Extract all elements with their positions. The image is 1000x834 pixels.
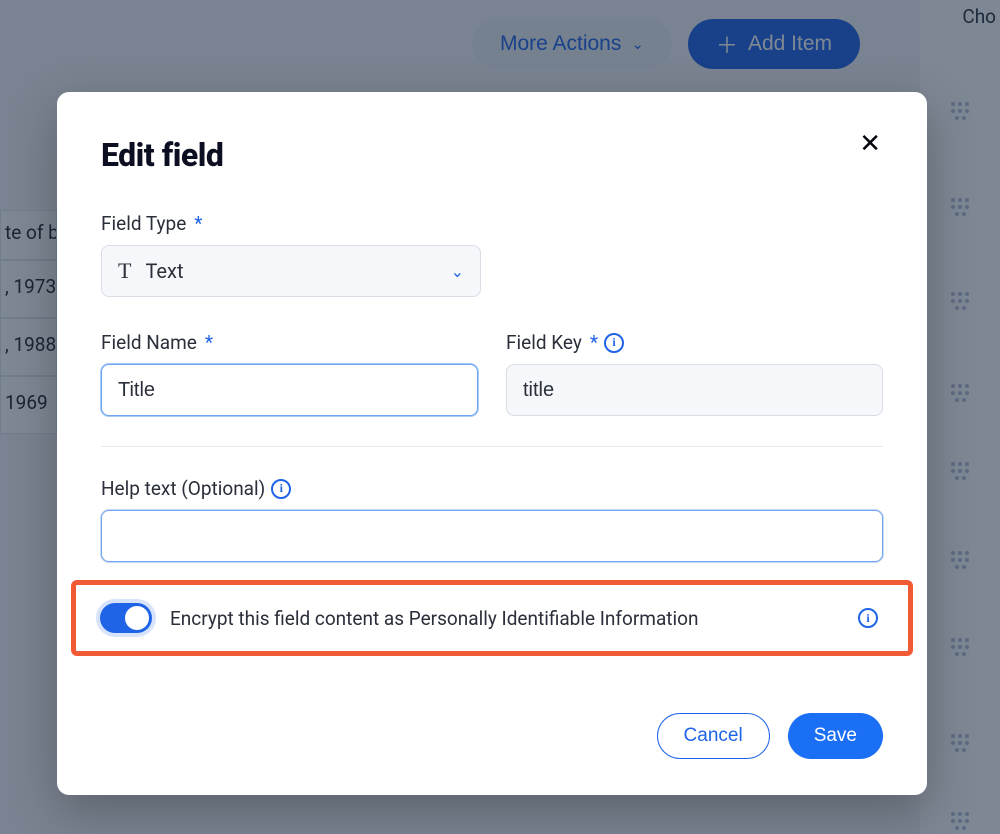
bg-left-column: te of b , 1973 , 1988 1969 — [0, 210, 57, 434]
modal-header: Edit field ✕ — [101, 136, 883, 174]
encrypt-highlight-box: Encrypt this field content as Personally… — [71, 580, 913, 656]
bg-left-cell: te of b — [0, 210, 57, 260]
cancel-button[interactable]: Cancel — [657, 713, 770, 759]
field-type-select[interactable]: T Text ⌄ — [101, 245, 481, 297]
save-button[interactable]: Save — [788, 713, 883, 759]
modal-title: Edit field — [101, 136, 223, 174]
bg-right-panel: Cho — [920, 0, 1000, 834]
add-item-button[interactable]: ＋ Add Item — [688, 19, 860, 69]
required-star: * — [205, 331, 213, 354]
close-icon: ✕ — [859, 128, 881, 158]
encrypt-label: Encrypt this field content as Personally… — [170, 607, 840, 630]
name-key-row: Field Name * Field Key * i — [101, 331, 883, 416]
drag-handle-icon[interactable] — [950, 810, 970, 832]
drag-handle-icon[interactable] — [950, 100, 970, 122]
help-text-label: Help text (Optional) i — [101, 477, 883, 500]
drag-handle-icon[interactable] — [950, 290, 970, 312]
field-key-label-text: Field Key — [506, 331, 582, 354]
more-actions-label: More Actions — [500, 32, 621, 56]
help-text-input[interactable] — [101, 510, 883, 562]
field-type-value: Text — [145, 259, 436, 283]
bg-left-cell: 1969 — [0, 376, 57, 434]
toggle-knob — [125, 606, 149, 630]
drag-handle-icon[interactable] — [950, 636, 970, 658]
help-text-label-text: Help text (Optional) — [101, 477, 265, 500]
info-icon[interactable]: i — [271, 479, 291, 499]
drag-handle-icon[interactable] — [950, 196, 970, 218]
text-type-icon: T — [118, 258, 131, 284]
chevron-down-icon: ⌄ — [631, 35, 644, 53]
encrypt-toggle[interactable] — [100, 603, 152, 633]
bg-toolbar: More Actions ⌄ ＋ Add Item — [0, 16, 1000, 72]
required-star: * — [590, 331, 598, 354]
bg-left-cell: , 1973 — [0, 260, 57, 318]
modal-footer: Cancel Save — [101, 679, 883, 759]
field-name-col: Field Name * — [101, 331, 478, 416]
drag-handle-icon[interactable] — [950, 732, 970, 754]
drag-handle-icon[interactable] — [950, 460, 970, 482]
help-text-block: Help text (Optional) i — [101, 477, 883, 562]
field-key-input[interactable] — [506, 364, 883, 416]
drag-handle-icon[interactable] — [950, 382, 970, 404]
required-star: * — [194, 212, 202, 235]
field-type-label: Field Type * — [101, 212, 883, 235]
field-key-col: Field Key * i — [506, 331, 883, 416]
more-actions-button[interactable]: More Actions ⌄ — [472, 19, 672, 69]
drag-handle-icon[interactable] — [950, 549, 970, 571]
plus-icon: ＋ — [716, 28, 738, 60]
chevron-down-icon: ⌄ — [451, 262, 464, 281]
field-name-label-text: Field Name — [101, 331, 197, 354]
divider — [101, 446, 883, 447]
add-item-label: Add Item — [748, 32, 832, 56]
close-button[interactable]: ✕ — [857, 128, 883, 158]
info-icon[interactable]: i — [858, 608, 878, 628]
field-key-label: Field Key * i — [506, 331, 883, 354]
edit-field-modal: Edit field ✕ Field Type * T Text ⌄ Field… — [57, 92, 927, 795]
info-icon[interactable]: i — [604, 333, 624, 353]
field-name-input[interactable] — [101, 364, 478, 416]
field-type-label-text: Field Type — [101, 212, 186, 235]
bg-left-cell: , 1988 — [0, 318, 57, 376]
field-name-label: Field Name * — [101, 331, 478, 354]
